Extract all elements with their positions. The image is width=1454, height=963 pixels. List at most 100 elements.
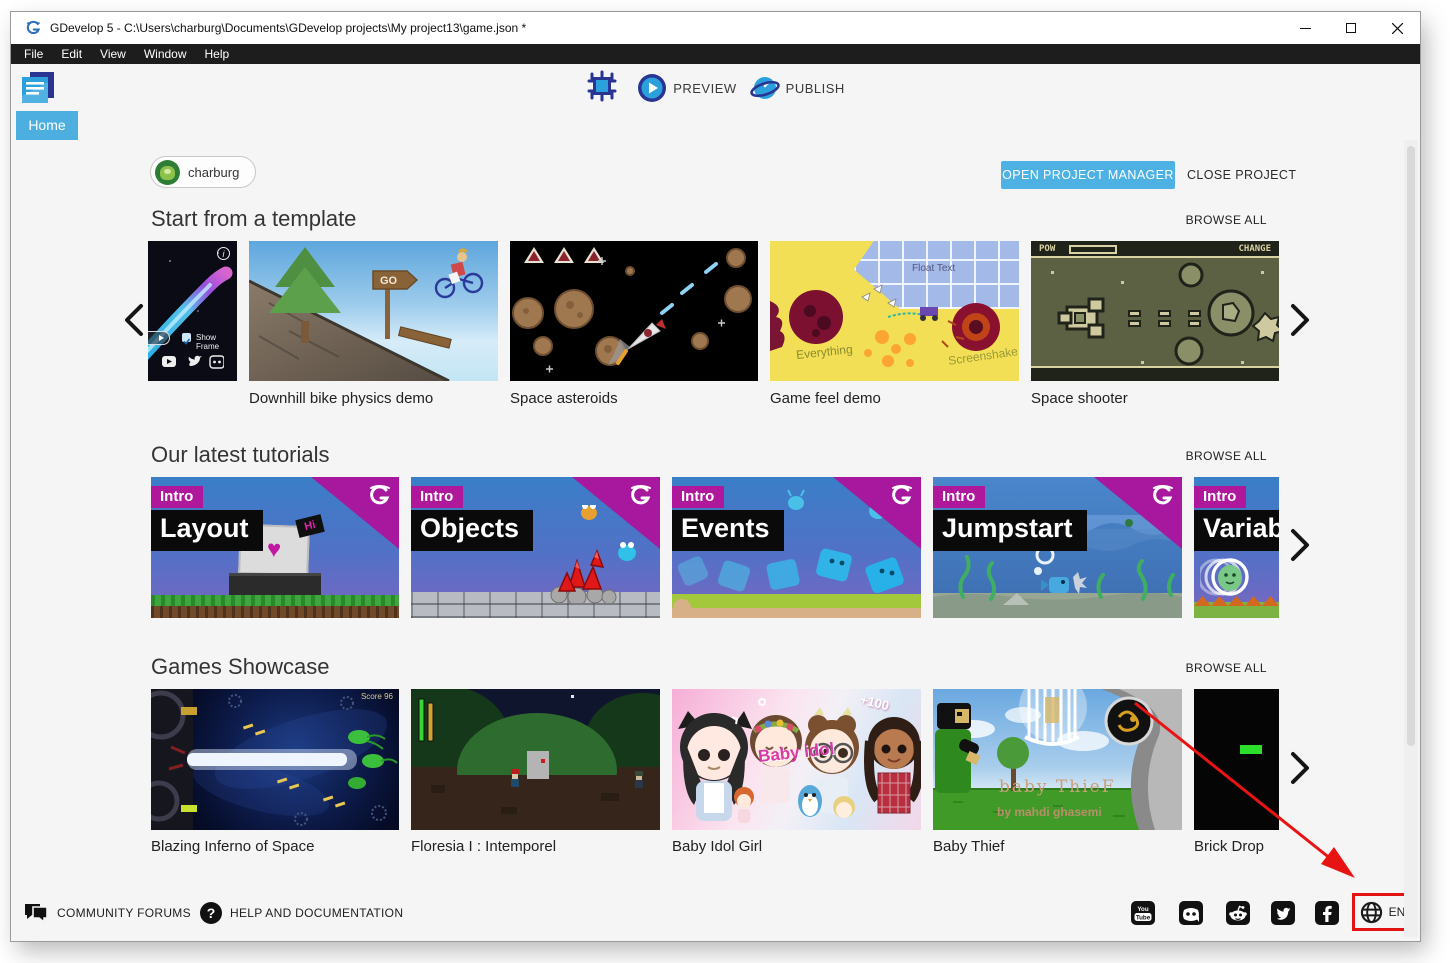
twitter-button[interactable]: [1271, 901, 1295, 925]
close-icon: [1392, 23, 1403, 34]
showcase-title-blazing: Blazing Inferno of Space: [151, 838, 314, 855]
templates-right-button[interactable]: [1288, 303, 1312, 337]
score-label: Score 96: [361, 692, 393, 701]
showcase-title-babythief: Baby Thief: [933, 838, 1004, 855]
menu-view[interactable]: View: [91, 47, 135, 61]
template-card-partial[interactable]: i Show Frame: [148, 241, 237, 381]
babythief-title-text: baby ThieF: [999, 777, 1116, 797]
showcase-card-babyidol[interactable]: Baby idol +100: [672, 689, 921, 830]
lives-icons: [524, 247, 604, 263]
scrollbar-thumb[interactable]: [1407, 146, 1415, 746]
avatar: [155, 160, 180, 185]
pixel-ship: [1059, 299, 1103, 337]
discord-button[interactable]: [1179, 901, 1203, 925]
svg-text:?: ?: [207, 905, 216, 921]
publish-planet-icon: [750, 73, 780, 103]
close-project-button[interactable]: CLOSE PROJECT: [1183, 161, 1300, 189]
tutorial-title-events: Events: [672, 510, 784, 551]
template-title-shooter: Space shooter: [1031, 390, 1128, 407]
gdevelop-g-icon: [367, 483, 391, 507]
language-button[interactable]: EN: [1360, 901, 1406, 924]
chevron-left-icon: [122, 303, 146, 337]
tiny-character: [511, 769, 519, 787]
debugger-button[interactable]: [586, 70, 618, 107]
showcase-card-blazing[interactable]: Score 96: [151, 689, 399, 830]
template-title-asteroids: Space asteroids: [510, 390, 618, 407]
showcase-card-brickdrop[interactable]: [1194, 689, 1279, 830]
template-card-downhill[interactable]: GO: [249, 241, 498, 381]
tutorial-card-layout[interactable]: ♥ Hi Intro Layout: [151, 477, 399, 618]
user-chip[interactable]: charburg: [150, 156, 256, 188]
language-code-label: EN: [1389, 905, 1406, 919]
preview-label: PREVIEW: [673, 81, 736, 96]
chevron-right-icon: [1288, 751, 1312, 785]
tutorial-title-jumpstart: Jumpstart: [933, 510, 1087, 551]
tab-home[interactable]: Home: [16, 111, 78, 140]
template-card-asteroids[interactable]: [510, 241, 758, 381]
carousel-left-button[interactable]: [122, 303, 146, 337]
tutorial-card-variables[interactable]: +1 Intro Variables: [1194, 477, 1279, 618]
open-project-manager-button[interactable]: OPEN PROJECT MANAGER: [1001, 161, 1175, 189]
help-docs-button[interactable]: ? HELP AND DOCUMENTATION: [199, 901, 403, 925]
template-title-downhill: Downhill bike physics demo: [249, 390, 433, 407]
showcase-card-floresia[interactable]: [411, 689, 660, 830]
menu-help[interactable]: Help: [196, 47, 239, 61]
menu-bar: File Edit View Window Help: [11, 44, 1420, 64]
discord-icon: [1179, 901, 1203, 925]
twitter-icon: [1271, 901, 1295, 925]
reddit-button[interactable]: [1226, 901, 1250, 925]
show-frame-checkbox[interactable]: [182, 333, 191, 342]
community-forums-button[interactable]: COMMUNITY FORUMS: [24, 901, 191, 925]
tiny-character-2: [635, 771, 643, 788]
minimize-button[interactable]: [1282, 12, 1328, 44]
discord-mini-icon: [210, 356, 224, 368]
tutorial-card-jumpstart[interactable]: Intro Jumpstart: [933, 477, 1182, 618]
bike-rider: [436, 250, 482, 297]
title-bar: GDevelop 5 - C:\Users\charburg\Documents…: [11, 12, 1420, 44]
community-forums-label: COMMUNITY FORUMS: [57, 906, 191, 920]
go-sign-label: GO: [380, 275, 398, 287]
preview-button[interactable]: PREVIEW: [637, 73, 736, 103]
showcase-card-babythief[interactable]: baby ThieF by mahdi ghasemi: [933, 689, 1182, 830]
showcase-right-button[interactable]: [1288, 751, 1312, 785]
info-icon[interactable]: i: [217, 247, 230, 260]
intro-badge: Intro: [151, 486, 203, 508]
youtube-button[interactable]: You Tube: [1131, 901, 1155, 925]
browse-all-showcase[interactable]: BROWSE ALL: [1186, 661, 1267, 675]
browse-all-templates[interactable]: BROWSE ALL: [1186, 213, 1267, 227]
publish-button[interactable]: PUBLISH: [750, 73, 845, 103]
help-icon: ?: [199, 901, 223, 925]
youtube-icon: You Tube: [1131, 901, 1155, 925]
show-frame-label: Show Frame: [196, 333, 237, 351]
template-card-shooter[interactable]: POW CHANGE: [1031, 241, 1279, 381]
gdevelop-corner-badge: [311, 477, 399, 549]
app-window: GDevelop 5 - C:\Users\charburg\Documents…: [11, 12, 1420, 941]
facebook-button[interactable]: [1315, 901, 1339, 925]
gdevelop-g-icon: [628, 483, 652, 507]
intro-badge: Intro: [1194, 486, 1246, 508]
tutorial-card-objects[interactable]: Intro Objects: [411, 477, 660, 618]
maximize-button[interactable]: [1328, 12, 1374, 44]
babythief-author-text: by mahdi ghasemi: [997, 805, 1102, 819]
chevron-right-icon: [1288, 528, 1312, 562]
section-title-templates: Start from a template: [151, 206, 356, 232]
menu-window[interactable]: Window: [135, 47, 196, 61]
penguin: [798, 785, 822, 817]
reddit-icon: [1226, 901, 1250, 925]
section-title-showcase: Games Showcase: [151, 654, 330, 680]
help-docs-label: HELP AND DOCUMENTATION: [230, 906, 403, 920]
chibi-girl-4: [868, 717, 920, 813]
play-pill-icon[interactable]: [148, 331, 170, 345]
preview-play-icon: [637, 73, 667, 103]
twitter-mini-icon: [189, 356, 202, 366]
small-child: [734, 787, 754, 823]
menu-file[interactable]: File: [11, 47, 52, 61]
tutorial-card-events[interactable]: Intro Events: [672, 477, 921, 618]
scrollbar-track[interactable]: [1404, 140, 1418, 937]
tutorials-right-button[interactable]: [1288, 528, 1312, 562]
close-button[interactable]: [1374, 12, 1420, 44]
showcase-title-floresia: Floresia I : Intemporel: [411, 838, 556, 855]
template-card-gamefeel[interactable]: Float Text Everything Screenshake: [770, 241, 1019, 381]
browse-all-tutorials[interactable]: BROWSE ALL: [1186, 449, 1267, 463]
menu-edit[interactable]: Edit: [52, 47, 91, 61]
